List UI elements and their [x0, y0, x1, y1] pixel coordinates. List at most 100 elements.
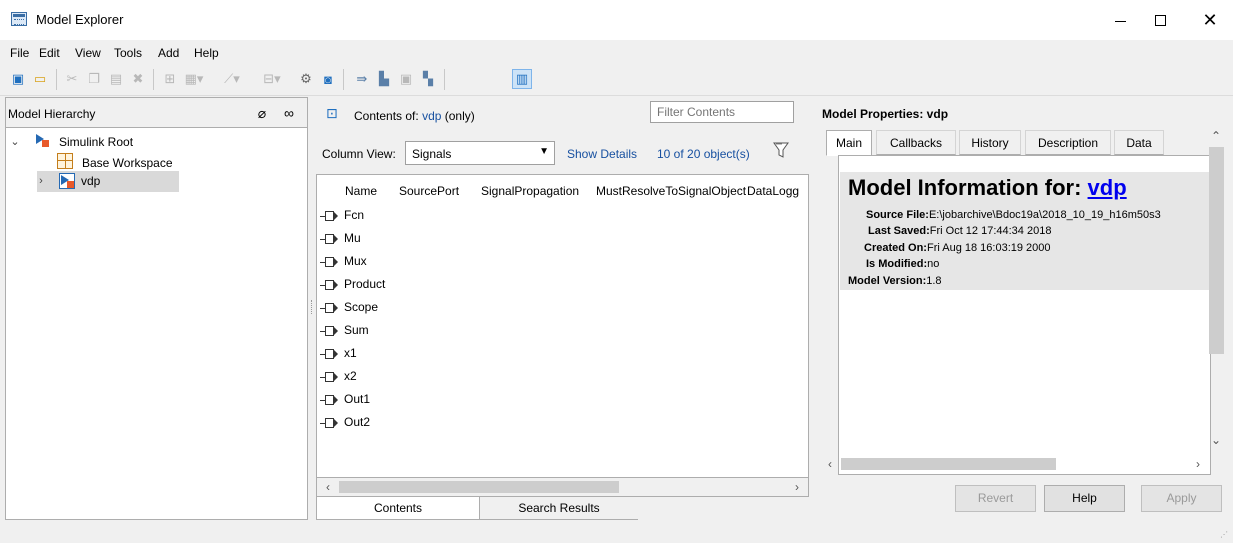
apply-button[interactable]: Apply — [1141, 485, 1222, 512]
close-icon: ✕ — [1202, 9, 1218, 30]
view-options-icon[interactable]: ∞ — [280, 104, 298, 122]
model-link[interactable]: vdp — [1088, 175, 1127, 200]
scrollbar-thumb[interactable] — [841, 458, 1056, 470]
revert-button[interactable]: Revert — [955, 485, 1036, 512]
menu-add[interactable]: Add — [158, 46, 179, 60]
settings-gear-icon[interactable]: ⚙ — [296, 69, 316, 89]
is-modified-line: Is Modified:no — [866, 258, 939, 270]
table-row[interactable]: Out2 — [317, 414, 808, 437]
menu-view[interactable]: View — [75, 46, 101, 60]
chevron-right-icon[interactable]: › — [35, 171, 47, 191]
data-export-icon[interactable]: ▣ — [396, 69, 416, 89]
table-row[interactable]: Product — [317, 276, 808, 299]
simulink-data-icon[interactable]: ▙ — [374, 69, 394, 89]
resize-grip-icon[interactable]: ⋰ — [1220, 530, 1230, 540]
column-view-value: Signals — [412, 147, 452, 161]
cut-icon[interactable]: ✂ — [62, 69, 82, 89]
table-row[interactable]: Mux — [317, 253, 808, 276]
signal-name: Mu — [344, 231, 361, 245]
table-row[interactable]: Fcn — [317, 207, 808, 230]
chevron-down-icon[interactable]: ⌄ — [9, 132, 21, 152]
model-version-line: Model Version:1.8 — [848, 275, 942, 287]
simulink-icon — [35, 133, 51, 149]
table-row[interactable]: Scope — [317, 299, 808, 322]
paste-icon[interactable]: ▤ — [106, 69, 126, 89]
config-icon[interactable]: ◙ — [318, 69, 338, 89]
tab-callbacks[interactable]: Callbacks — [876, 130, 956, 155]
column-header-datalogging[interactable]: DataLogg — [747, 184, 799, 198]
new-model-icon[interactable]: ▣ — [8, 69, 28, 89]
dropdown-arrow-icon: ▼ — [539, 146, 549, 157]
tab-description[interactable]: Description — [1025, 130, 1111, 155]
table-row[interactable]: x2 — [317, 368, 808, 391]
scroll-right-icon[interactable]: › — [1189, 455, 1207, 473]
tree-item-vdp[interactable]: › vdp — [9, 171, 289, 191]
toolbar-separator — [343, 69, 344, 90]
model-icon — [59, 173, 75, 189]
column-header-name[interactable]: Name — [345, 184, 377, 198]
data-import-icon[interactable]: ▚ — [418, 69, 438, 89]
properties-vertical-scrollbar[interactable]: ⌃ ⌄ — [1207, 125, 1226, 453]
add-block-icon[interactable]: ▦▾ — [184, 69, 204, 89]
scroll-left-icon[interactable]: ‹ — [821, 455, 839, 473]
add-subsystem-icon[interactable]: ⊟▾ — [262, 69, 282, 89]
scroll-up-icon[interactable]: ⌃ — [1207, 127, 1225, 145]
signal-name: x2 — [344, 369, 357, 383]
model-version-value: 1.8 — [926, 275, 942, 287]
scroll-right-icon[interactable]: › — [788, 478, 806, 496]
close-button[interactable]: ✕ — [1187, 0, 1233, 40]
table-row[interactable]: x1 — [317, 345, 808, 368]
contents-label: Contents of: vdp (only) — [354, 109, 475, 123]
data-dictionary-icon[interactable]: ⇛ — [352, 69, 372, 89]
show-dialog-pane-icon[interactable]: ▥ — [512, 69, 532, 89]
menu-help[interactable]: Help — [194, 46, 219, 60]
object-count: 10 of 20 object(s) — [657, 147, 750, 161]
filter-funnel-icon[interactable] — [773, 141, 789, 159]
signal-icon — [320, 418, 338, 429]
scrollbar-thumb[interactable] — [1209, 147, 1224, 354]
properties-horizontal-scrollbar[interactable]: ‹ › — [821, 455, 1207, 475]
tab-search-results[interactable]: Search Results — [480, 497, 638, 520]
workspace-icon — [57, 153, 73, 169]
menu-file[interactable]: File — [10, 46, 29, 60]
show-details-link[interactable]: Show Details — [567, 147, 637, 161]
contents-model-link[interactable]: vdp — [422, 109, 441, 123]
link-icon[interactable]: ⌀ — [253, 104, 271, 122]
table-row[interactable]: Sum — [317, 322, 808, 345]
toolbar-separator — [444, 69, 445, 90]
column-view-select[interactable]: Signals ▼ — [405, 141, 555, 165]
model-hierarchy-header: Model Hierarchy ⌀ ∞ — [5, 97, 308, 128]
maximize-button[interactable] — [1137, 0, 1183, 40]
tree-item-simulink-root[interactable]: ⌄ Simulink Root — [9, 132, 289, 152]
scroll-down-icon[interactable]: ⌄ — [1207, 431, 1225, 449]
filter-contents-input[interactable] — [650, 101, 794, 123]
left-splitter[interactable] — [311, 300, 314, 314]
signal-name: Scope — [344, 300, 379, 314]
table-row[interactable]: Mu — [317, 230, 808, 253]
delete-icon[interactable]: ✖ — [128, 69, 148, 89]
menu-tools[interactable]: Tools — [114, 46, 142, 60]
column-header-sourceport[interactable]: SourcePort — [399, 184, 459, 198]
column-header-mustresolve[interactable]: MustResolveToSignalObject — [596, 184, 746, 198]
add-line-icon[interactable]: ⟋▾ — [222, 69, 242, 89]
created-on-line: Created On:Fri Aug 18 16:03:19 2000 — [864, 242, 1051, 254]
status-bar: ⋰ — [0, 522, 1233, 543]
tab-data[interactable]: Data — [1114, 130, 1164, 155]
tab-history[interactable]: History — [959, 130, 1021, 155]
copy-icon[interactable]: ❐ — [84, 69, 104, 89]
help-button[interactable]: Help — [1044, 485, 1125, 512]
toolbar-separator — [56, 69, 57, 90]
contents-horizontal-scrollbar[interactable]: ‹ › — [316, 477, 809, 497]
tab-main[interactable]: Main — [826, 130, 872, 156]
heading-text: Model Information for: — [848, 175, 1082, 200]
menu-edit[interactable]: Edit — [39, 46, 60, 60]
scroll-left-icon[interactable]: ‹ — [319, 478, 337, 496]
tab-contents[interactable]: Contents — [316, 497, 480, 520]
signal-name: Product — [344, 277, 386, 291]
table-row[interactable]: Out1 — [317, 391, 808, 414]
add-grid-icon[interactable]: ⊞ — [160, 69, 180, 89]
column-header-signalpropagation[interactable]: SignalPropagation — [481, 184, 579, 198]
open-folder-icon[interactable]: ▭ — [30, 69, 50, 89]
tree-item-base-workspace[interactable]: Base Workspace — [9, 151, 289, 171]
scrollbar-thumb[interactable] — [339, 481, 619, 493]
